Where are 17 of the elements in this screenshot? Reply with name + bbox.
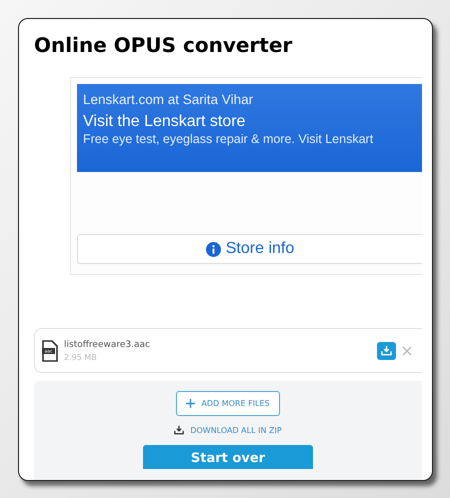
plus-icon <box>186 399 196 408</box>
download-button[interactable] <box>377 342 396 360</box>
download-icon <box>381 345 392 356</box>
download-all-link[interactable]: DOWNLOAD ALL IN ZIP <box>174 425 282 435</box>
file-name: listoffreeware3.aac <box>64 340 151 350</box>
ad-description: Free eye test, eyeglass repair & more. Visit Lenskart <box>83 132 374 146</box>
ad-headline: Visit the Lenskart store <box>83 113 246 131</box>
page-title: Online OPUS converter <box>34 33 294 57</box>
close-icon[interactable] <box>402 346 412 356</box>
ad-advertiser: Lenskart.com at Sarita Vihar <box>83 92 254 107</box>
add-more-files-button[interactable]: ADD MORE FILES <box>176 391 280 416</box>
file-size: 2.95 MB <box>64 352 98 362</box>
download-icon <box>174 425 184 435</box>
store-info-button[interactable]: Store info <box>77 234 422 264</box>
start-over-button[interactable]: Start over <box>143 445 313 469</box>
info-icon <box>206 242 221 256</box>
ad-banner[interactable]: Lenskart.com at Sarita Vihar Visit the Lenskart store Free eye test, eyeglass repair & more. Visit Lenskart <box>77 84 422 172</box>
